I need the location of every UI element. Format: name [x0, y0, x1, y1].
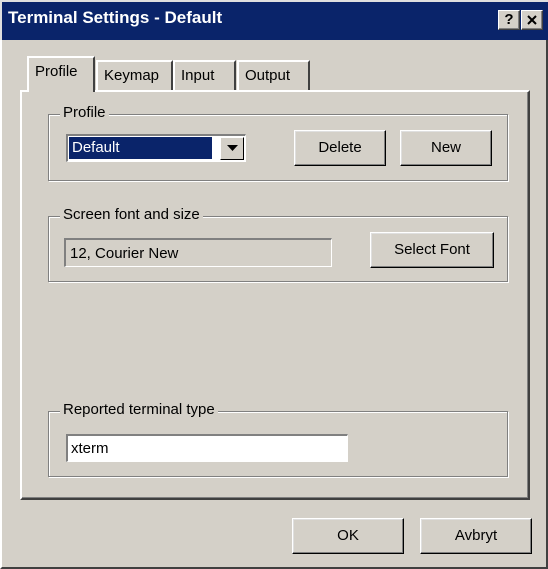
new-button[interactable]: New — [400, 130, 492, 166]
close-icon — [522, 15, 542, 25]
delete-button[interactable]: Delete — [294, 130, 386, 166]
help-button[interactable]: ? — [498, 10, 520, 30]
terminal-type-group-title: Reported terminal type — [60, 401, 218, 418]
cancel-button[interactable]: Avbryt — [420, 518, 532, 554]
profile-combo-value: Default — [69, 137, 212, 159]
profile-combo-dropdown-button[interactable] — [220, 137, 244, 160]
tab-input[interactable]: Input — [173, 60, 236, 90]
close-button[interactable] — [521, 10, 543, 30]
screen-font-field: 12, Courier New — [64, 238, 332, 267]
tab-output[interactable]: Output — [237, 60, 310, 90]
ok-button[interactable]: OK — [292, 518, 404, 554]
select-font-button[interactable]: Select Font — [370, 232, 494, 268]
profile-combo[interactable]: Default — [66, 134, 246, 162]
profile-group-title: Profile — [60, 104, 109, 121]
tab-profile[interactable]: Profile — [27, 56, 95, 92]
terminal-type-input[interactable]: xterm — [66, 434, 348, 462]
window-title: Terminal Settings - Default — [8, 8, 223, 27]
screen-font-group-title: Screen font and size — [60, 206, 203, 223]
tab-keymap[interactable]: Keymap — [96, 60, 173, 90]
